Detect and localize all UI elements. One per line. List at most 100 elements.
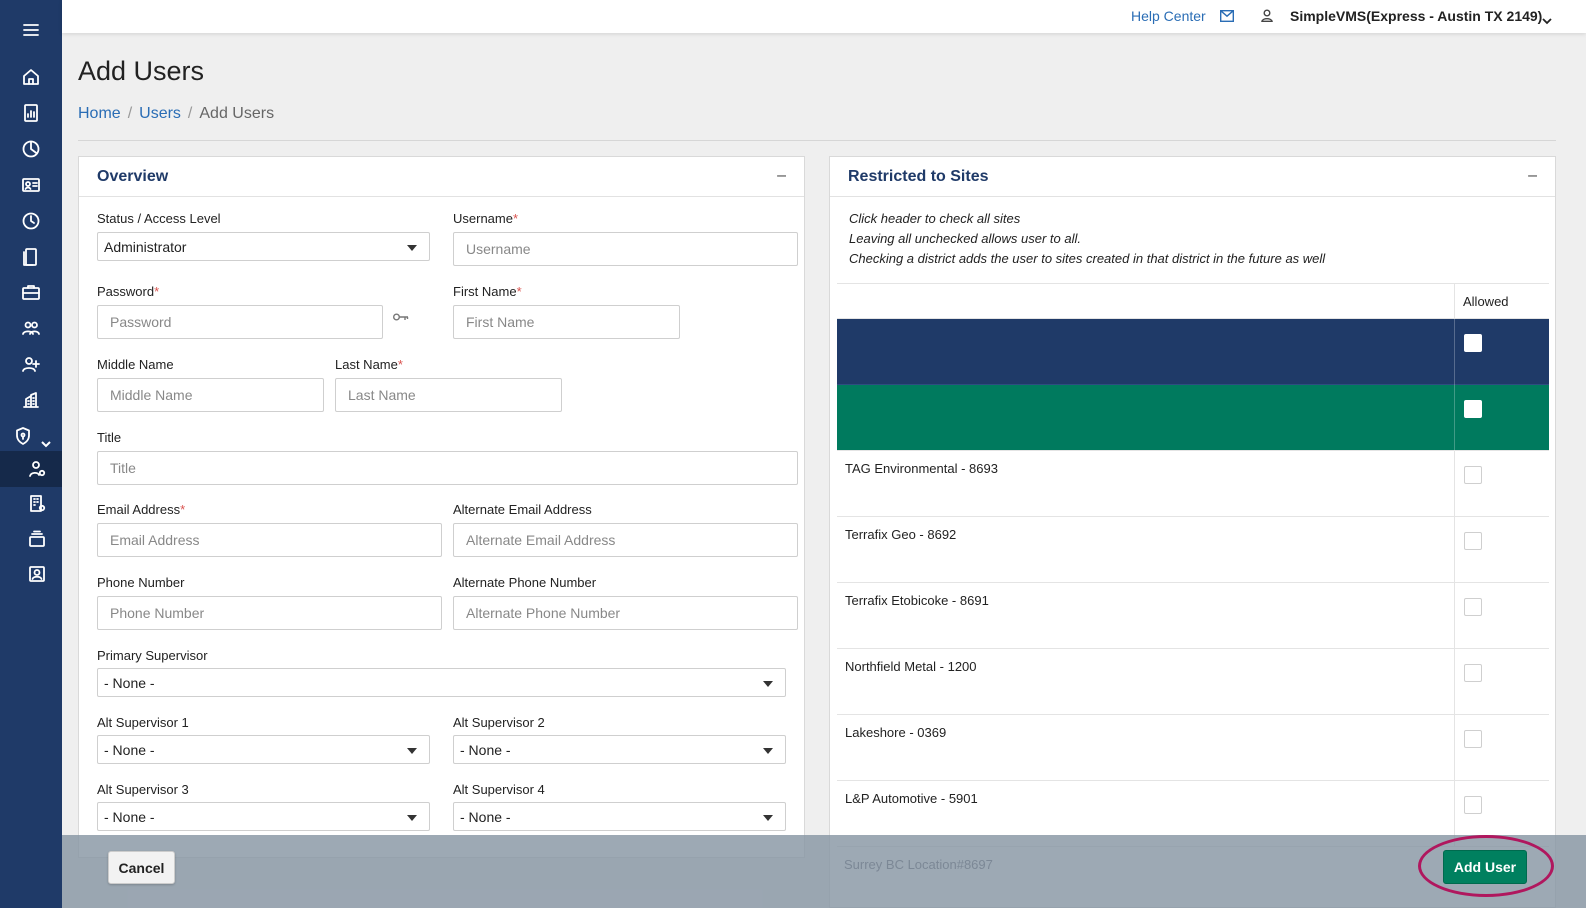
alt-email-label: Alternate Email Address [453,502,592,517]
site-checkbox[interactable] [1464,598,1482,616]
menu-icon[interactable] [0,15,62,45]
add-user-button[interactable]: Add User [1443,850,1527,884]
account-switcher[interactable]: SimpleVMS(Express - Austin TX 2149) [1290,8,1542,24]
chevron-down-icon[interactable] [1542,12,1552,25]
primary-supervisor-value: - None - [104,674,155,691]
first-name-input[interactable] [453,305,680,339]
contact-card-icon[interactable] [0,559,62,589]
sites-card: Restricted to Sites – Click header to ch… [829,156,1556,908]
breadcrumb-home[interactable]: Home [78,105,121,122]
table-row[interactable]: Lakeshore - 0369 [837,715,1549,781]
middle-name-input[interactable] [97,378,324,412]
title-input[interactable] [97,451,798,485]
middle-name-label: Middle Name [97,357,174,372]
shield-icon[interactable] [0,421,40,451]
collapse-overview-button[interactable]: – [777,167,786,185]
clock-icon[interactable] [0,206,62,236]
region-row[interactable] [837,385,1549,451]
allowed-header[interactable]: Allowed [1454,284,1549,320]
status-select[interactable]: Administrator [97,232,430,261]
alt-supervisor-4-value: - None - [460,808,511,825]
status-value: Administrator [104,238,187,255]
region-checkbox[interactable] [1464,400,1482,418]
password-label: Password* [97,284,160,299]
id-card-icon[interactable] [0,170,62,200]
top-bar: Help Center SimpleVMS(Express - Austin T… [62,0,1586,33]
first-name-label: First Name* [453,284,522,299]
instruction-text: Checking a district adds the user to sit… [849,251,1326,266]
divider [78,140,1556,141]
phone-input[interactable] [97,596,442,630]
chevron-down-icon[interactable] [40,437,52,449]
mail-icon[interactable] [1219,9,1235,23]
pie-chart-icon[interactable] [0,134,62,164]
instruction-text: Click header to check all sites [849,211,1021,226]
district-checkbox[interactable] [1464,334,1482,352]
site-checkbox[interactable] [1464,466,1482,484]
site-checkbox[interactable] [1464,796,1482,814]
sites-title: Restricted to Sites [848,168,989,185]
page-title: Add Users [78,56,205,86]
overview-card: Overview – Status / Access Level Adminis… [78,156,805,858]
username-label: Username* [453,211,519,226]
building-settings-icon[interactable] [0,489,62,519]
table-row[interactable]: Terrafix Etobicoke - 8691 [837,583,1549,649]
site-checkbox[interactable] [1464,532,1482,550]
alt-supervisor-4-select[interactable]: - None - [453,802,786,831]
alt-supervisor-1-select[interactable]: - None - [97,735,430,764]
district-row[interactable] [837,319,1549,385]
add-user-icon[interactable] [0,349,62,379]
alt-phone-label: Alternate Phone Number [453,575,597,590]
alt-phone-input[interactable] [453,596,798,630]
user-icon [1261,9,1273,22]
briefcase-icon[interactable] [0,277,62,307]
table-header-row[interactable]: Allowed [837,283,1549,320]
caret-down-icon [407,815,417,821]
status-label: Status / Access Level [97,211,221,226]
site-name: L&P Automotive - 5901 [845,791,978,806]
breadcrumb-users[interactable]: Users [139,105,181,122]
site-checkbox[interactable] [1464,730,1482,748]
key-icon[interactable] [393,309,409,321]
sidebar [0,0,62,908]
table-row[interactable]: Terrafix Geo - 8692 [837,517,1549,583]
site-name: Lakeshore - 0369 [845,725,947,740]
users-group-icon[interactable] [0,313,62,343]
last-name-input[interactable] [335,378,562,412]
alt-supervisor-2-value: - None - [460,741,511,758]
email-input[interactable] [97,523,442,557]
table-row[interactable]: Northfield Metal - 1200 [837,649,1549,715]
site-checkbox[interactable] [1464,664,1482,682]
primary-supervisor-label: Primary Supervisor [97,648,208,663]
alt-supervisor-2-select[interactable]: - None - [453,735,786,764]
alt-supervisor-1-value: - None - [104,741,155,758]
caret-down-icon [763,681,773,687]
email-label: Email Address* [97,502,186,517]
alt-supervisor-1-label: Alt Supervisor 1 [97,715,189,730]
overview-header: Overview – [79,157,804,197]
password-input[interactable] [97,305,383,339]
primary-supervisor-select[interactable]: - None - [97,668,786,697]
partial-site-name: Surrey BC Location#8697 [844,857,993,872]
collapse-sites-button[interactable]: – [1528,167,1537,185]
caret-down-icon [763,748,773,754]
table-row[interactable]: TAG Environmental - 8693 [837,451,1549,517]
site-name: Northfield Metal - 1200 [845,659,977,674]
stack-icon[interactable] [0,524,62,554]
help-center-link[interactable]: Help Center [1131,8,1206,24]
alt-supervisor-3-select[interactable]: - None - [97,802,430,831]
user-settings-icon[interactable] [0,451,62,487]
home-icon[interactable] [0,62,62,92]
report-icon[interactable] [0,98,62,128]
last-name-label: Last Name* [335,357,403,372]
document-icon[interactable] [0,242,62,272]
alt-supervisor-4-label: Alt Supervisor 4 [453,782,545,797]
site-name: Terrafix Etobicoke - 8691 [845,593,989,608]
username-input[interactable] [453,232,798,266]
instruction-text: Leaving all unchecked allows user to all… [849,231,1081,246]
building-chart-icon[interactable] [0,385,62,415]
cancel-button[interactable]: Cancel [108,851,175,884]
alt-email-input[interactable] [453,523,798,557]
caret-down-icon [407,245,417,251]
sites-table: Allowed TAG Environmental - 8693 Terrafi… [837,283,1549,847]
